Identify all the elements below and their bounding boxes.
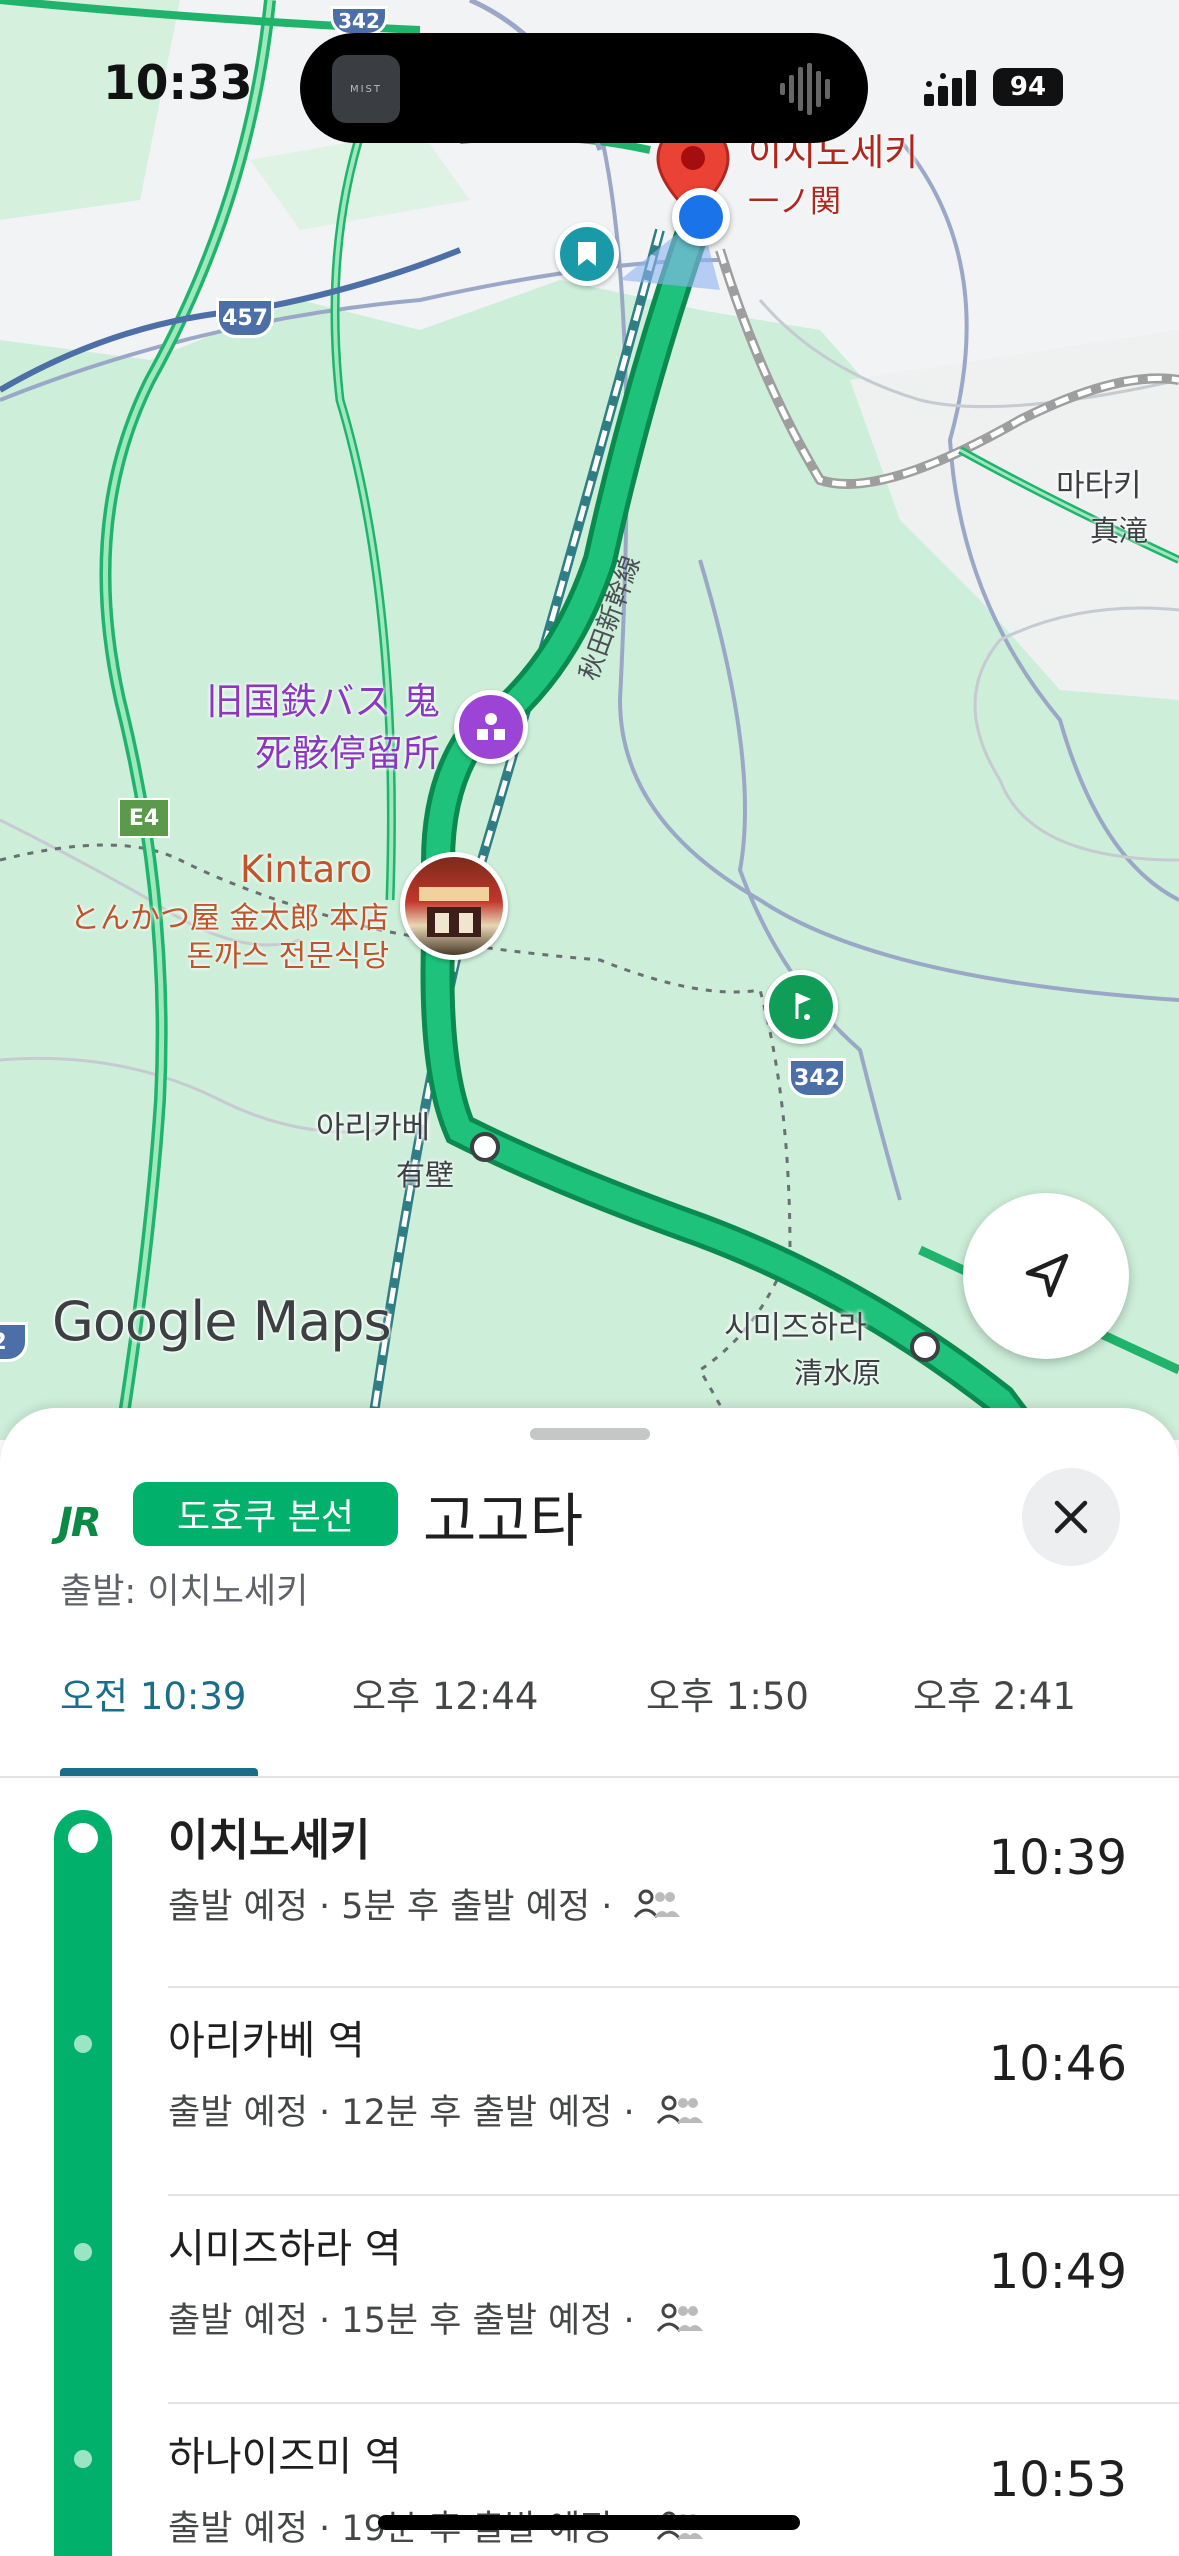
close-icon (1054, 1500, 1088, 1534)
kintaro-sub-ja: とんかつ屋 金太郎 本店 (70, 901, 390, 936)
stop-list: 이치노세키 출발 예정 · 5분 후 출발 예정 · 10:39 아리카베 역 … (0, 1780, 1179, 2556)
departure-time-tabs: 오전 10:39 오후 12:44 오후 1:50 오후 2:41 (0, 1666, 1179, 1778)
map-label-arikabe[interactable]: 아리카베 (316, 1102, 430, 1147)
road-shield-342-top: 342 (330, 6, 388, 36)
audio-waveform-icon (780, 63, 830, 115)
stop-status-text: 출발 예정 · 5분 후 출발 예정 · (168, 1887, 613, 1927)
cellular-signal-icon (924, 70, 976, 106)
saved-place-bookmark-icon[interactable] (555, 222, 619, 286)
home-indicator[interactable] (378, 2515, 800, 2530)
bus-stop-line2: 死骸停留所 (255, 732, 440, 775)
stop-time: 10:53 (988, 2452, 1127, 2508)
stop-name: 시미즈하라 역 (168, 2226, 402, 2272)
stop-status-text: 출발 예정 · 12분 후 출발 예정 · (168, 2093, 635, 2133)
stop-name: 이치노세키 (168, 1815, 371, 1866)
destination-title: 고고타 (423, 1487, 584, 1555)
map-label-arikabe-ja: 有壁 (396, 1158, 455, 1192)
map-label-shimizuhara[interactable]: 시미즈하라 (724, 1302, 867, 1347)
bus-stop-poi-icon[interactable] (454, 690, 528, 764)
kintaro-sub-ko: 돈까스 전문식당 (186, 939, 390, 974)
line-name-badge: 도호쿠 본선 (133, 1482, 398, 1546)
crowd-level-icon (634, 1889, 681, 1918)
list-item-stop[interactable]: 아리카베 역 출발 예정 · 12분 후 출발 예정 · 10:46 (0, 1988, 1179, 2196)
now-playing-artwork: MIST (332, 55, 400, 123)
status-bar-time: 10:33 (103, 56, 253, 111)
navigation-arrow-icon (1025, 1253, 1069, 1298)
google-maps-logo: Google Maps (52, 1290, 392, 1353)
stop-time: 10:49 (988, 2244, 1127, 2300)
crowd-level-icon (656, 2095, 703, 2124)
my-location-button[interactable] (963, 1193, 1129, 1359)
stop-status: 출발 예정 · 12분 후 출발 예정 · (168, 2084, 705, 2135)
map-label-matagi[interactable]: 마타키 (1056, 460, 1142, 505)
stop-status-text: 출발 예정 · 15분 후 출발 예정 · (168, 2301, 635, 2341)
battery-indicator: 94 (993, 68, 1063, 106)
map-label-kintaro-sub: とんかつ屋 金太郎 本店 돈까스 전문식당 (70, 900, 389, 976)
list-item-stop[interactable]: 시미즈하라 역 출발 예정 · 15분 후 출발 예정 · 10:49 (0, 2196, 1179, 2404)
kintaro-photo-icon[interactable] (400, 852, 508, 960)
map-label-bus-stop[interactable]: 旧国鉄バス 鬼 死骸停留所 (180, 676, 440, 780)
stop-name: 하나이즈미 역 (168, 2434, 402, 2480)
map-label-matagi-ja: 真滝 (1090, 514, 1149, 548)
crowd-level-icon (656, 2303, 703, 2332)
bus-stop-line1: 旧国鉄バス 鬼 (206, 680, 440, 723)
station-dot-shimizuhara[interactable] (910, 1332, 940, 1362)
road-shield-457: 457 (216, 298, 274, 338)
transit-line-sheet[interactable]: JR 도호쿠 본선 고고타 출발: 이치노세키 오전 10:39 오후 12:4… (0, 1408, 1179, 2556)
dynamic-island[interactable]: MIST (300, 33, 868, 143)
jr-operator-logo: JR (58, 1500, 102, 1546)
tab-departure-1[interactable]: 오전 10:39 (60, 1666, 246, 1720)
origin-station-label: 출발: 이치노세키 (60, 1572, 309, 1612)
stop-name: 아리카베 역 (168, 2018, 365, 2064)
tab-departure-4[interactable]: 오후 2:41 (913, 1666, 1076, 1720)
close-button[interactable] (1022, 1468, 1120, 1566)
tab-departure-2[interactable]: 오후 12:44 (352, 1666, 538, 1720)
expressway-shield-e4: E4 (118, 798, 170, 838)
map-label-kintaro[interactable]: Kintaro (240, 848, 372, 891)
stop-time: 10:39 (988, 1830, 1127, 1886)
stop-status: 출발 예정 · 15분 후 출발 예정 · (168, 2292, 705, 2343)
stop-status: 출발 예정 · 5분 후 출발 예정 · (168, 1878, 682, 1929)
golf-course-poi-icon[interactable] (764, 970, 838, 1044)
map-label-ichinoseki-ja: 一ノ関 (748, 184, 841, 220)
sheet-drag-handle[interactable] (530, 1428, 650, 1440)
tab-departure-3[interactable]: 오후 1:50 (646, 1666, 809, 1720)
road-shield-342: 342 (788, 1058, 846, 1098)
map-label-shimizuhara-ja: 清水原 (794, 1356, 882, 1390)
station-dot-arikabe[interactable] (470, 1132, 500, 1162)
active-tab-indicator (60, 1768, 258, 1776)
map-view[interactable]: 이치노세키 一ノ関 마타키 真滝 秋田新幹線 旧国鉄バス 鬼 死骸停留所 Kin… (0, 0, 1179, 1440)
list-item-stop[interactable]: 하나이즈미 역 출발 예정 · 19분 후 출발 예정 · 10:53 (0, 2404, 1179, 2556)
current-location-icon (672, 188, 730, 246)
list-item-stop[interactable]: 이치노세키 출발 예정 · 5분 후 출발 예정 · 10:39 (0, 1780, 1179, 1988)
stop-time: 10:46 (988, 2036, 1127, 2092)
